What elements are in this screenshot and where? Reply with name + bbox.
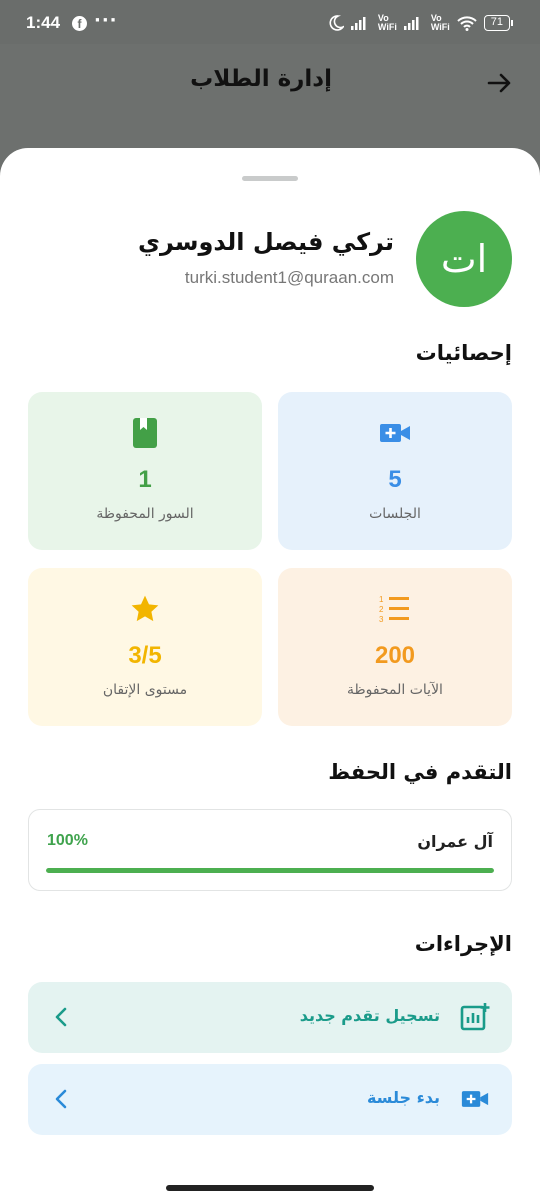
student-email: turki.student1@quraan.com [184, 268, 394, 287]
arrow-right-icon[interactable] [484, 68, 514, 98]
progress-surah: آل عمران [417, 832, 493, 851]
vowifi-label: Vo WiFi [377, 13, 397, 32]
video-add-icon [460, 1084, 490, 1114]
stat-label: الآيات المحفوظة [347, 682, 443, 698]
stat-value: 200 [374, 642, 416, 669]
svg-text:1: 1 [379, 595, 384, 604]
chevron-left-icon [55, 1089, 67, 1109]
actions-title: الإجراءات [414, 932, 512, 956]
progress-bar-fill [46, 868, 494, 873]
status-overflow: ··· [94, 10, 118, 31]
avatar: ات [416, 211, 512, 307]
status-bar: 1:44 f ··· Vo WiFi Vo WiFi 71 [0, 0, 540, 44]
moon-icon [329, 15, 344, 31]
stat-label: مستوى الإتقان [102, 682, 188, 698]
stat-card-ayahs: 123 200 الآيات المحفوظة [278, 568, 512, 726]
stat-value: 3/5 [128, 642, 162, 669]
star-icon [28, 594, 262, 624]
vowifi-label: Vo WiFi [430, 13, 450, 32]
facebook-icon: f [72, 16, 87, 31]
signal-icon [350, 17, 366, 30]
action-label: بدء جلسة [366, 1088, 440, 1107]
page-title: إدارة الطلاب [190, 66, 332, 92]
progress-bar [46, 868, 494, 873]
video-add-icon [278, 418, 512, 448]
progress-title: التقدم في الحفظ [328, 760, 512, 784]
action-label: تسجيل تقدم جديد [299, 1006, 440, 1025]
app-bar: إدارة الطلاب [0, 44, 540, 120]
progress-percent: 100% [47, 832, 88, 849]
student-name: تركي فيصل الدوسري [137, 228, 394, 256]
drag-handle[interactable] [242, 176, 298, 181]
chevron-left-icon [55, 1007, 67, 1027]
signal-icon [403, 17, 419, 30]
stat-card-mastery: 3/5 مستوى الإتقان [28, 568, 262, 726]
svg-text:3: 3 [379, 615, 384, 624]
stat-card-sessions: 5 الجلسات [278, 392, 512, 550]
record-progress-button[interactable]: تسجيل تقدم جديد [28, 982, 512, 1053]
status-indicators: Vo WiFi Vo WiFi 71 [328, 12, 514, 34]
numbered-list-icon: 123 [278, 594, 512, 624]
book-icon [28, 418, 262, 448]
stat-value: 1 [138, 466, 152, 493]
chart-add-icon [460, 1002, 490, 1032]
gesture-nav-bar[interactable] [166, 1185, 374, 1191]
stat-value: 5 [388, 466, 402, 493]
svg-text:2: 2 [379, 605, 384, 614]
student-details-sheet: ات تركي فيصل الدوسري turki.student1@qura… [0, 148, 540, 1200]
progress-item: آل عمران 100% [28, 809, 512, 891]
stat-label: الجلسات [369, 506, 421, 522]
start-session-button[interactable]: بدء جلسة [28, 1064, 512, 1135]
battery-indicator: 71 [483, 15, 514, 31]
stat-label: السور المحفوظة [96, 506, 194, 522]
status-time: 1:44 [26, 13, 61, 32]
stats-title: إحصائيات [415, 341, 512, 365]
wifi-icon [457, 16, 477, 31]
stat-card-surahs: 1 السور المحفوظة [28, 392, 262, 550]
